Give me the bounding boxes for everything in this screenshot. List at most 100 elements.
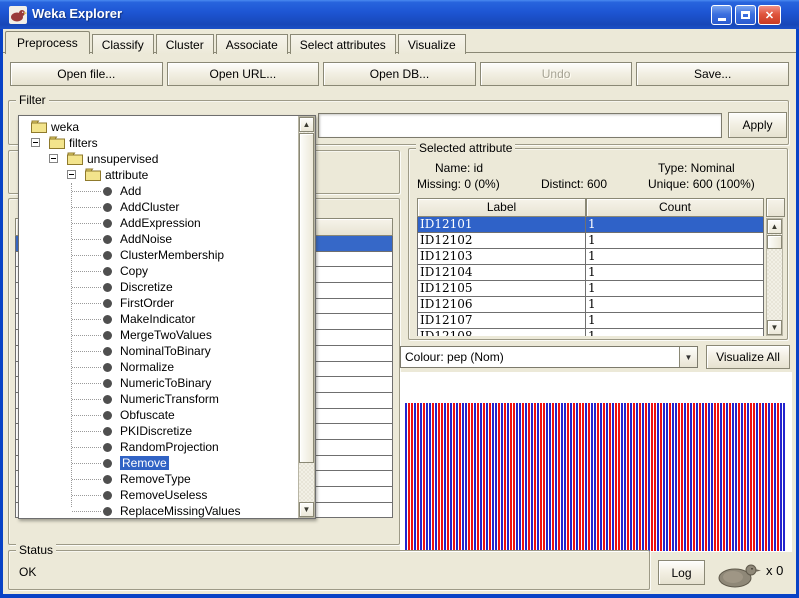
tree-connector: [72, 223, 101, 224]
collapse-icon[interactable]: [49, 154, 58, 163]
tab-preprocess[interactable]: Preprocess: [5, 31, 90, 54]
open-file--button[interactable]: Open file...: [10, 62, 163, 86]
scroll-up-icon[interactable]: ▲: [299, 117, 314, 132]
histogram-bar: [639, 403, 641, 551]
tree-node-replacemissingvalues[interactable]: ReplaceMissingValues: [19, 503, 299, 519]
histogram-bar: [531, 403, 533, 551]
value-count-cell: 1: [586, 217, 764, 232]
tree-node-unsupervised[interactable]: unsupervised: [19, 151, 299, 167]
collapse-icon[interactable]: [67, 170, 76, 179]
tree-node-attribute[interactable]: attribute: [19, 167, 299, 183]
histogram-bar: [561, 403, 563, 551]
scrollbar-thumb[interactable]: [767, 235, 782, 249]
tree-node-clustermembership[interactable]: ClusterMembership: [19, 247, 299, 263]
filter-config-field[interactable]: [318, 113, 722, 138]
apply-button[interactable]: Apply: [728, 112, 787, 138]
tree-node-remove[interactable]: Remove: [19, 455, 299, 471]
value-row-ID12108[interactable]: ID121081: [418, 329, 764, 336]
tree-node-label: FirstOrder: [120, 296, 174, 310]
scroll-up-icon[interactable]: ▲: [767, 219, 782, 234]
tree-node-label: RemoveUseless: [120, 488, 207, 502]
log-button[interactable]: Log: [658, 560, 705, 585]
weka-bird-icon: [713, 558, 763, 590]
tree-node-obfuscate[interactable]: Obfuscate: [19, 407, 299, 423]
tree-node-makeindicator[interactable]: MakeIndicator: [19, 311, 299, 327]
tree-node-label: RandomProjection: [120, 440, 219, 454]
tree-node-mergetwovalues[interactable]: MergeTwoValues: [19, 327, 299, 343]
tab-select-attributes[interactable]: Select attributes: [290, 34, 396, 54]
histogram-bar: [588, 403, 590, 551]
histogram-bar: [492, 403, 494, 551]
tree-connector: [72, 511, 101, 512]
bird-counter: x 0: [766, 563, 783, 578]
open-url--button[interactable]: Open URL...: [167, 62, 320, 86]
histogram-bar: [432, 403, 434, 551]
value-row-ID12103[interactable]: ID121031: [418, 249, 764, 265]
value-table-scrollbar[interactable]: ▲ ▼: [766, 218, 783, 336]
scroll-down-icon[interactable]: ▼: [767, 320, 782, 335]
tab-cluster[interactable]: Cluster: [156, 34, 214, 54]
tree-node-nominaltobinary[interactable]: NominalToBinary: [19, 343, 299, 359]
tree-node-label: weka: [51, 120, 79, 134]
tree-connector: [72, 287, 101, 288]
value-row-ID12105[interactable]: ID121051: [418, 281, 764, 297]
histogram-bar: [636, 403, 638, 551]
tree-node-randomprojection[interactable]: RandomProjection: [19, 439, 299, 455]
value-row-ID12107[interactable]: ID121071: [418, 313, 764, 329]
tree-node-filters[interactable]: filters: [19, 135, 299, 151]
histogram-bar: [546, 403, 548, 551]
tab-classify[interactable]: Classify: [92, 34, 154, 54]
value-table-header: Label Count: [417, 198, 764, 217]
histogram-bar: [528, 403, 530, 551]
scrollbar-thumb[interactable]: [299, 133, 314, 463]
histogram-bar: [576, 403, 578, 551]
close-button[interactable]: ✕: [758, 5, 781, 25]
tree-node-addnoise[interactable]: AddNoise: [19, 231, 299, 247]
tree-node-pkidiscretize[interactable]: PKIDiscretize: [19, 423, 299, 439]
tree-node-firstorder[interactable]: FirstOrder: [19, 295, 299, 311]
tree-node-weka[interactable]: weka: [19, 119, 299, 135]
undo-button: Undo: [480, 62, 633, 86]
attribute-unique: Unique: 600 (100%): [648, 177, 755, 191]
histogram-bar: [672, 403, 674, 551]
tree-node-removeuseless[interactable]: RemoveUseless: [19, 487, 299, 503]
value-row-ID12106[interactable]: ID121061: [418, 297, 764, 313]
histogram-bar: [729, 403, 731, 551]
histogram-bar: [675, 403, 677, 551]
histogram-bar: [579, 403, 581, 551]
histogram-bar: [534, 403, 536, 551]
maximize-button[interactable]: [735, 5, 756, 25]
filter-leaf-icon: [103, 331, 112, 340]
tree-node-removetype[interactable]: RemoveType: [19, 471, 299, 487]
label-column-header[interactable]: Label: [417, 198, 586, 217]
value-row-ID12101[interactable]: ID121011: [418, 217, 764, 233]
visualize-all-button[interactable]: Visualize All: [706, 345, 790, 369]
minimize-button[interactable]: [711, 5, 732, 25]
tab-associate[interactable]: Associate: [216, 34, 288, 54]
tree-connector: [72, 335, 101, 336]
tree-node-normalize[interactable]: Normalize: [19, 359, 299, 375]
colour-combobox[interactable]: Colour: pep (Nom) ▼: [400, 346, 698, 368]
tab-visualize[interactable]: Visualize: [398, 34, 466, 54]
tree-node-copy[interactable]: Copy: [19, 263, 299, 279]
histogram-bar: [669, 403, 671, 551]
value-row-ID12102[interactable]: ID121021: [418, 233, 764, 249]
chevron-down-icon[interactable]: ▼: [679, 347, 697, 367]
histogram-bar: [651, 403, 653, 551]
histogram-bar: [723, 403, 725, 551]
collapse-icon[interactable]: [31, 138, 40, 147]
tree-node-add[interactable]: Add: [19, 183, 299, 199]
count-column-header[interactable]: Count: [586, 198, 764, 217]
tree-node-discretize[interactable]: Discretize: [19, 279, 299, 295]
tree-node-numerictransform[interactable]: NumericTransform: [19, 391, 299, 407]
open-db--button[interactable]: Open DB...: [323, 62, 476, 86]
tree-node-label: ClusterMembership: [120, 248, 224, 262]
scroll-down-icon[interactable]: ▼: [299, 502, 314, 517]
save--button[interactable]: Save...: [636, 62, 789, 86]
value-row-ID12104[interactable]: ID121041: [418, 265, 764, 281]
tree-node-addcluster[interactable]: AddCluster: [19, 199, 299, 215]
tree-scrollbar[interactable]: ▲ ▼: [298, 116, 315, 518]
tree-connector: [72, 431, 101, 432]
tree-node-numerictobinary[interactable]: NumericToBinary: [19, 375, 299, 391]
tree-node-addexpression[interactable]: AddExpression: [19, 215, 299, 231]
